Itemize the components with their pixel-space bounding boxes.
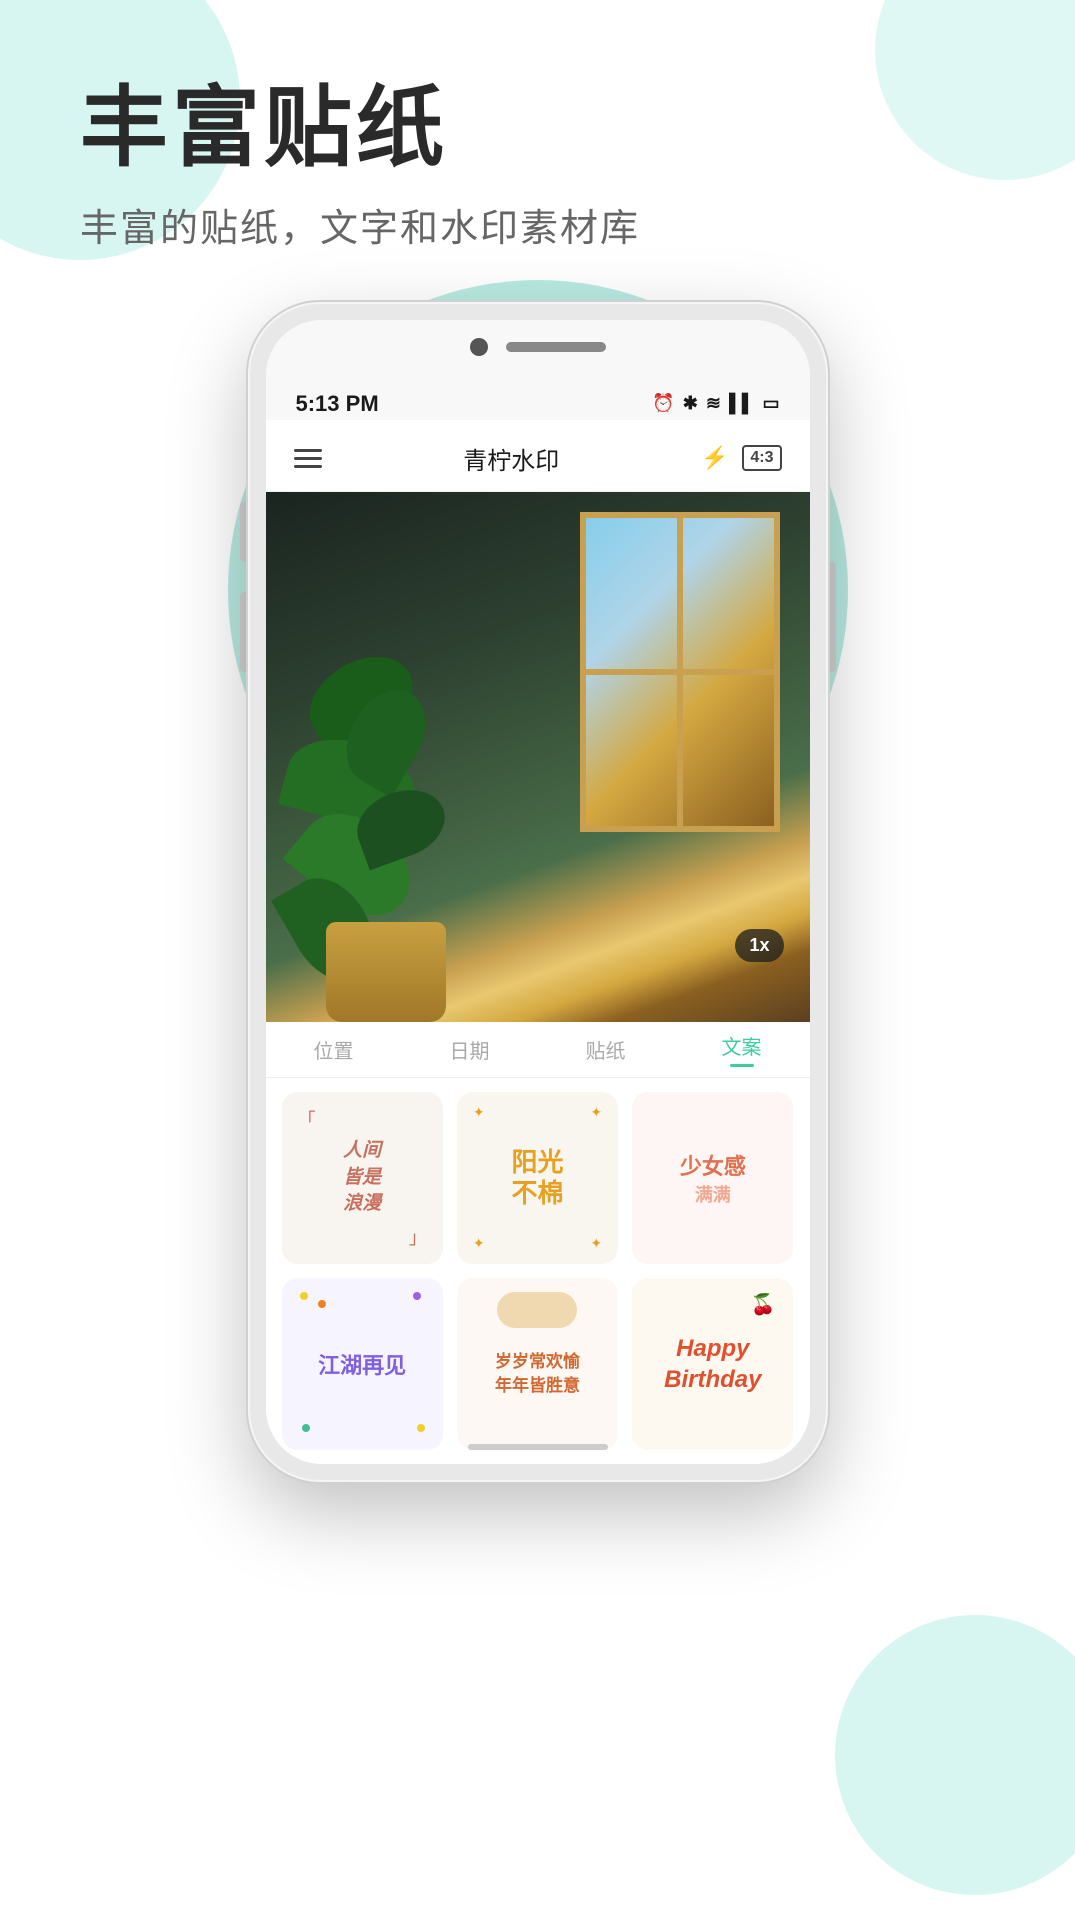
speaker-icon (506, 342, 606, 352)
alarm-icon: ⏰ (652, 393, 674, 414)
phone-sensors (470, 338, 606, 356)
sticker-romantic-text: 人间皆是浪漫 (343, 1138, 381, 1218)
sparkle-icon-1: ✦ (473, 1104, 485, 1121)
phone-shell: 5:13 PM ⏰ ✱ ≋ ▌▌ ▭ (248, 302, 828, 1482)
sticker-girl-power[interactable]: 少女感 满满 (632, 1092, 793, 1264)
quote-right-icon: 」 (409, 1224, 427, 1250)
wifi-icon: ≋ (706, 393, 721, 414)
confetti-dot-1 (300, 1292, 308, 1300)
cloud-decoration (497, 1292, 577, 1328)
side-button-power (828, 562, 836, 672)
status-time: 5:13 PM (296, 391, 379, 417)
zoom-badge[interactable]: 1x (735, 929, 783, 962)
sticker-tab-bar: 位置 日期 贴纸 文案 (266, 1022, 810, 1078)
confetti-dot-2 (318, 1300, 326, 1308)
sticker-birthday[interactable]: 🍒 HappyBirthday (632, 1278, 793, 1450)
flash-icon[interactable]: ⚡ (701, 445, 728, 471)
photo-area: 1x (266, 492, 810, 1022)
page-content: 丰富贴纸 丰富的贴纸，文字和水印素材库 5:13 PM (0, 0, 1075, 1482)
photo-background: 1x (266, 492, 810, 1022)
sticker-grid: 「 人间皆是浪漫 」 ✦ ✦ ✦ ✦ 阳光不棉 (266, 1078, 810, 1464)
sticker-blessing-text: 岁岁常欢愉年年皆胜意 (495, 1350, 580, 1398)
side-button-volume-down (240, 592, 248, 672)
sticker-romantic[interactable]: 「 人间皆是浪漫 」 (282, 1092, 443, 1264)
app-title: 青柠水印 (463, 441, 559, 476)
quote-left-icon: 「 (298, 1106, 316, 1132)
hamburger-menu-icon[interactable] (294, 449, 322, 468)
sparkle-icon-3: ✦ (473, 1235, 485, 1252)
sticker-girl-sub: 满满 (680, 1181, 746, 1207)
confetti-dot-5 (417, 1424, 425, 1432)
sticker-jianghu[interactable]: 江湖再见 (282, 1278, 443, 1450)
header-section: 丰富贴纸 丰富的贴纸，文字和水印素材库 (0, 0, 1075, 272)
menu-line-3 (294, 465, 322, 468)
status-icons: ⏰ ✱ ≋ ▌▌ ▭ (652, 393, 779, 414)
tab-sticker[interactable]: 贴纸 (570, 1027, 642, 1072)
nav-right-actions: ⚡ 4:3 (701, 445, 782, 471)
side-button-volume-up (240, 502, 248, 562)
confetti-dot-4 (302, 1424, 310, 1432)
menu-line-1 (294, 449, 322, 452)
sticker-birthday-text: HappyBirthday (664, 1333, 761, 1395)
tab-date[interactable]: 日期 (434, 1027, 506, 1072)
sparkle-icon-2: ✦ (590, 1104, 602, 1121)
menu-line-2 (294, 457, 322, 460)
battery-icon: ▭ (762, 393, 779, 414)
page-main-title: 丰富贴纸 (80, 80, 995, 177)
bluetooth-icon: ✱ (683, 393, 698, 414)
window-in-photo (580, 512, 780, 832)
plant-decoration (276, 642, 496, 1022)
sparkle-icon-4: ✦ (590, 1235, 602, 1252)
bg-blob-bottom-right (835, 1615, 1075, 1895)
home-indicator (468, 1444, 608, 1450)
sticker-girl-text: 少女感 (680, 1149, 746, 1181)
cherry-icon: 🍒 (751, 1292, 776, 1317)
page-sub-title: 丰富的贴纸，文字和水印素材库 (80, 197, 995, 252)
confetti-dot-3 (413, 1292, 421, 1300)
phone-screen: 5:13 PM ⏰ ✱ ≋ ▌▌ ▭ (266, 320, 810, 1464)
front-camera-icon (470, 338, 488, 356)
signal-icon: ▌▌ (729, 393, 755, 414)
status-bar: 5:13 PM ⏰ ✱ ≋ ▌▌ ▭ (266, 382, 810, 426)
sticker-sunshine[interactable]: ✦ ✦ ✦ ✦ 阳光不棉 (457, 1092, 618, 1264)
sticker-sunshine-text: 阳光不棉 (511, 1147, 563, 1209)
sticker-blessing[interactable]: 岁岁常欢愉年年皆胜意 (457, 1278, 618, 1450)
sticker-jianghu-text: 江湖再见 (318, 1348, 406, 1380)
tab-text[interactable]: 文案 (706, 1023, 778, 1075)
app-navbar: 青柠水印 ⚡ 4:3 (266, 426, 810, 492)
ratio-badge[interactable]: 4:3 (742, 445, 781, 471)
phone-mockup: 5:13 PM ⏰ ✱ ≋ ▌▌ ▭ (248, 302, 828, 1482)
tab-location[interactable]: 位置 (298, 1027, 370, 1072)
